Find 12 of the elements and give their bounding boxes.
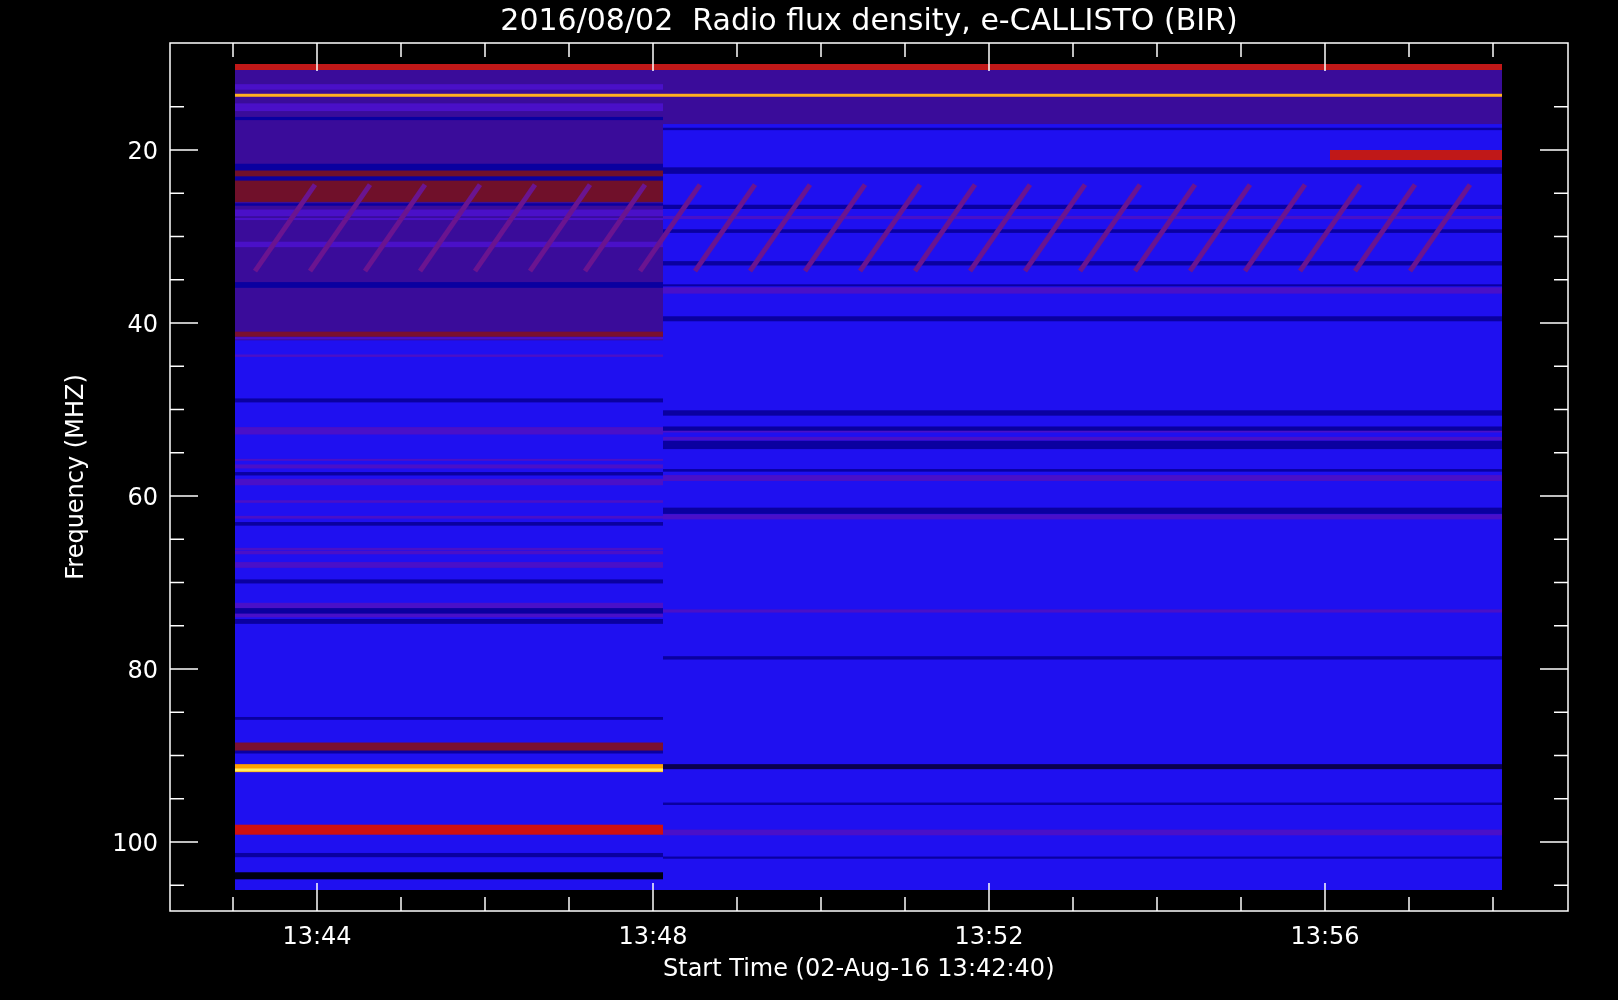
plot-title: 2016/08/02 Radio flux density, e-CALLISTO (BIR): [500, 2, 1238, 37]
tick-label: 60: [127, 483, 158, 511]
tick-label: 13:56: [1290, 922, 1360, 950]
tick-label: 80: [127, 656, 158, 684]
tick-label: 20: [127, 137, 158, 165]
tick-label: 13:44: [282, 922, 352, 950]
axis-label: Frequency (MHZ): [61, 374, 89, 580]
axis-label: Start Time (02-Aug-16 13:42:40): [663, 954, 1055, 982]
tick-label: 13:52: [954, 922, 1024, 950]
tick-label: 13:48: [618, 922, 688, 950]
tick-label: 40: [127, 310, 158, 338]
tick-label: 100: [112, 829, 158, 857]
